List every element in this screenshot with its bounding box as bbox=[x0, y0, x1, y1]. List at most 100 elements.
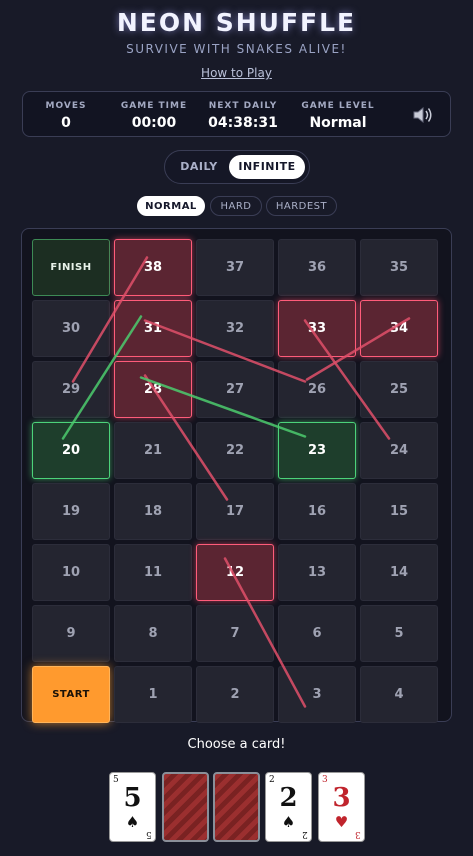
moves-value: 0 bbox=[61, 115, 71, 131]
game-level-label: GAME LEVEL bbox=[301, 101, 375, 111]
board-cell-19: 19 bbox=[32, 483, 110, 540]
game-time-label: GAME TIME bbox=[120, 101, 188, 111]
level-hardest-button[interactable]: HARDEST bbox=[266, 196, 337, 216]
stat-moves: MOVES 0 bbox=[37, 101, 95, 131]
board-cell-27: 27 bbox=[196, 361, 274, 418]
cell-label: 18 bbox=[143, 504, 163, 519]
cell-label: START bbox=[52, 689, 90, 700]
board-cell-15: 15 bbox=[360, 483, 438, 540]
card-2-spades[interactable]: 2 2 ♠ 2 bbox=[265, 772, 312, 842]
card-corner-rank-inverted: 2 bbox=[302, 829, 308, 839]
cell-label: 9 bbox=[66, 626, 76, 641]
game-board: FINISH 38 37 36 35 30 31 32 33 34 29 28 27 26 25 20 21 22… bbox=[21, 228, 452, 723]
board-cell-9: 9 bbox=[32, 605, 110, 662]
board-cell-24: 24 bbox=[360, 422, 438, 479]
mode-infinite-button[interactable]: INFINITE bbox=[229, 155, 305, 179]
cell-label: 37 bbox=[225, 260, 245, 275]
cell-label: 17 bbox=[225, 504, 245, 519]
next-daily-value: 04:38:31 bbox=[208, 115, 278, 131]
cell-label: 15 bbox=[389, 504, 409, 519]
cell-label: 12 bbox=[225, 565, 245, 580]
board-cell-36: 36 bbox=[278, 239, 356, 296]
board-cell-37: 37 bbox=[196, 239, 274, 296]
cell-label: 25 bbox=[389, 382, 409, 397]
board-cell-14: 14 bbox=[360, 544, 438, 601]
mode-daily-button[interactable]: DAILY bbox=[171, 155, 227, 179]
cell-label: 7 bbox=[230, 626, 240, 641]
board-cell-20: 20 bbox=[32, 422, 110, 479]
board-cell-23: 23 bbox=[278, 422, 356, 479]
cell-label: 29 bbox=[61, 382, 81, 397]
board-cell-5: 5 bbox=[360, 605, 438, 662]
card-rank: 3 bbox=[332, 783, 351, 813]
cell-label: 8 bbox=[148, 626, 158, 641]
card-corner-rank-inverted: 3 bbox=[355, 829, 361, 839]
cell-label: 35 bbox=[389, 260, 409, 275]
cell-label: 5 bbox=[394, 626, 404, 641]
card-corner-rank-inverted: 5 bbox=[146, 829, 152, 839]
cell-label: 32 bbox=[225, 321, 245, 336]
card-5-spades[interactable]: 5 5 ♠ 5 bbox=[109, 772, 156, 842]
cell-label: 28 bbox=[143, 382, 163, 397]
stats-panel: MOVES 0 GAME TIME 00:00 NEXT DAILY 04:38… bbox=[22, 91, 451, 137]
cell-label: 33 bbox=[307, 321, 327, 336]
level-normal-button[interactable]: NORMAL bbox=[137, 196, 205, 216]
board-cell-32: 32 bbox=[196, 300, 274, 357]
game-level-value: Normal bbox=[309, 115, 367, 131]
board-cell-7: 7 bbox=[196, 605, 274, 662]
board-cell-4: 4 bbox=[360, 666, 438, 723]
board-cell-29: 29 bbox=[32, 361, 110, 418]
cell-label: 11 bbox=[143, 565, 163, 580]
board-cell-25: 25 bbox=[360, 361, 438, 418]
speaker-icon[interactable] bbox=[412, 105, 434, 125]
cell-label: 27 bbox=[225, 382, 245, 397]
board-cell-12: 12 bbox=[196, 544, 274, 601]
cell-label: 1 bbox=[148, 687, 158, 702]
choose-card-prompt: Choose a card! bbox=[187, 737, 286, 752]
cell-label: 4 bbox=[394, 687, 404, 702]
cell-label: 38 bbox=[143, 260, 163, 275]
board-cell-26: 26 bbox=[278, 361, 356, 418]
level-hard-button[interactable]: HARD bbox=[210, 196, 262, 216]
board-cell-1: 1 bbox=[114, 666, 192, 723]
card-rank: 5 bbox=[123, 783, 142, 813]
board-cell-30: 30 bbox=[32, 300, 110, 357]
cell-label: 13 bbox=[307, 565, 327, 580]
cell-label: 31 bbox=[143, 321, 163, 336]
cell-label: 2 bbox=[230, 687, 240, 702]
card-face-down[interactable] bbox=[213, 772, 260, 842]
board-cell-22: 22 bbox=[196, 422, 274, 479]
board-cell-2: 2 bbox=[196, 666, 274, 723]
game-time-value: 00:00 bbox=[131, 115, 177, 131]
mode-toggle: DAILY INFINITE bbox=[164, 150, 310, 184]
cell-label: 30 bbox=[61, 321, 81, 336]
cell-label: 22 bbox=[225, 443, 245, 458]
board-cell-10: 10 bbox=[32, 544, 110, 601]
board-cell-28: 28 bbox=[114, 361, 192, 418]
board-cell-13: 13 bbox=[278, 544, 356, 601]
game-title: NEON SHUFFLE bbox=[116, 8, 357, 37]
moves-label: MOVES bbox=[45, 101, 87, 111]
cell-label: 19 bbox=[61, 504, 81, 519]
board-cell-38: 38 bbox=[114, 239, 192, 296]
cell-label: 26 bbox=[307, 382, 327, 397]
cell-label: 10 bbox=[61, 565, 81, 580]
board-cell-17: 17 bbox=[196, 483, 274, 540]
stat-game-time: GAME TIME 00:00 bbox=[115, 101, 193, 131]
stat-next-daily: NEXT DAILY 04:38:31 bbox=[203, 101, 283, 131]
cell-label: 3 bbox=[312, 687, 322, 702]
board-cell-8: 8 bbox=[114, 605, 192, 662]
board-cell-16: 16 bbox=[278, 483, 356, 540]
cell-label: 21 bbox=[143, 443, 163, 458]
how-to-play-link[interactable]: How to Play bbox=[0, 66, 473, 80]
board-cell-6: 6 bbox=[278, 605, 356, 662]
board-cell-3: 3 bbox=[278, 666, 356, 723]
stat-game-level: GAME LEVEL Normal bbox=[295, 101, 381, 131]
cell-label: FINISH bbox=[50, 262, 92, 273]
board-cell-31: 31 bbox=[114, 300, 192, 357]
board-cell-18: 18 bbox=[114, 483, 192, 540]
cell-label: 16 bbox=[307, 504, 327, 519]
card-3-hearts[interactable]: 3 3 ♥ 3 bbox=[318, 772, 365, 842]
cell-label: 6 bbox=[312, 626, 322, 641]
card-face-down[interactable] bbox=[162, 772, 209, 842]
